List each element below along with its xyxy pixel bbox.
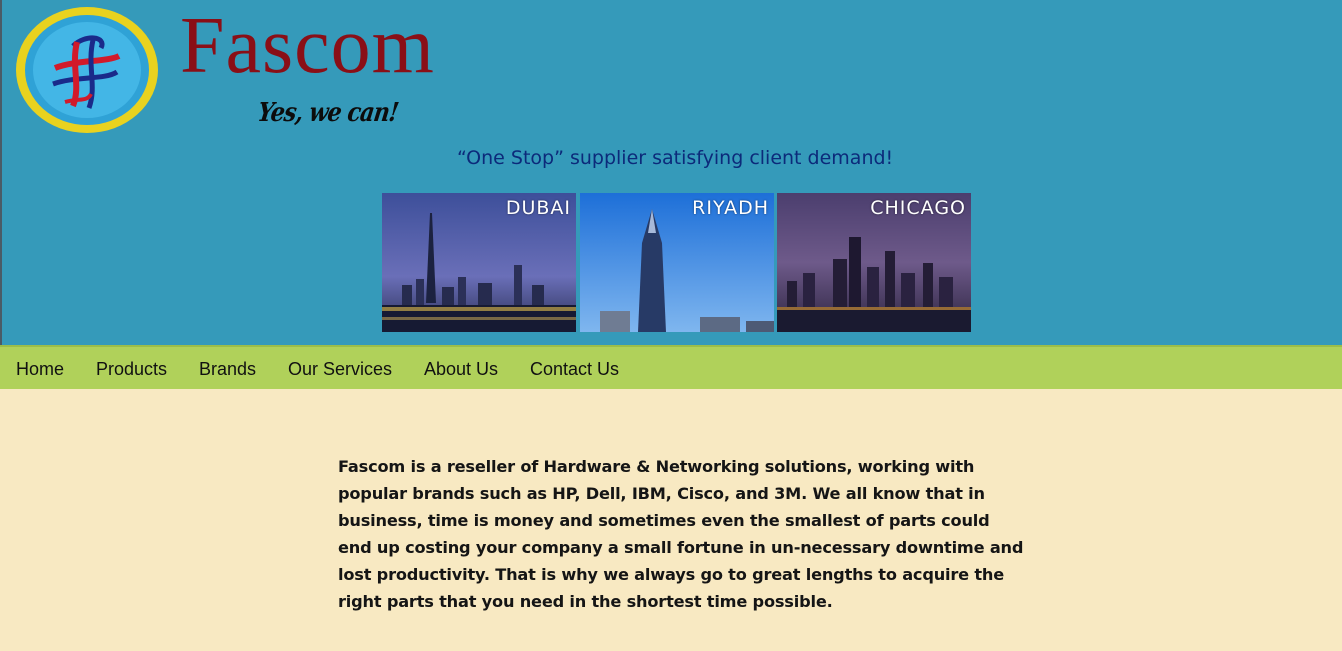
city-label-dubai: DUBAI: [505, 197, 571, 219]
nav-about-us[interactable]: About Us: [424, 359, 498, 380]
nav-contact-us[interactable]: Contact Us: [530, 359, 619, 380]
slogan: “One Stop” supplier satisfying client de…: [457, 147, 894, 169]
city-label-chicago: CHICAGO: [870, 197, 966, 219]
brand-tagline: Yes, we can!: [255, 98, 400, 128]
nav-brands[interactable]: Brands: [199, 359, 256, 380]
nav-our-services[interactable]: Our Services: [288, 359, 392, 380]
city-label-riyadh: RIYADH: [692, 197, 769, 219]
nav-products[interactable]: Products: [96, 359, 167, 380]
nav-home[interactable]: Home: [16, 359, 64, 380]
intro-paragraph: Fascom is a reseller of Hardware & Netwo…: [338, 457, 1024, 611]
city-image-chicago: CHICAGO: [777, 193, 971, 332]
fascom-logo: [16, 7, 158, 133]
city-image-riyadh: RIYADH: [580, 193, 774, 332]
site-header: Fascom Yes, we can! “One Stop” supplier …: [0, 0, 1342, 345]
main-nav: Home Products Brands Our Services About …: [0, 345, 1342, 389]
city-image-dubai: DUBAI: [382, 193, 576, 332]
brand-name: Fascom: [180, 2, 435, 90]
